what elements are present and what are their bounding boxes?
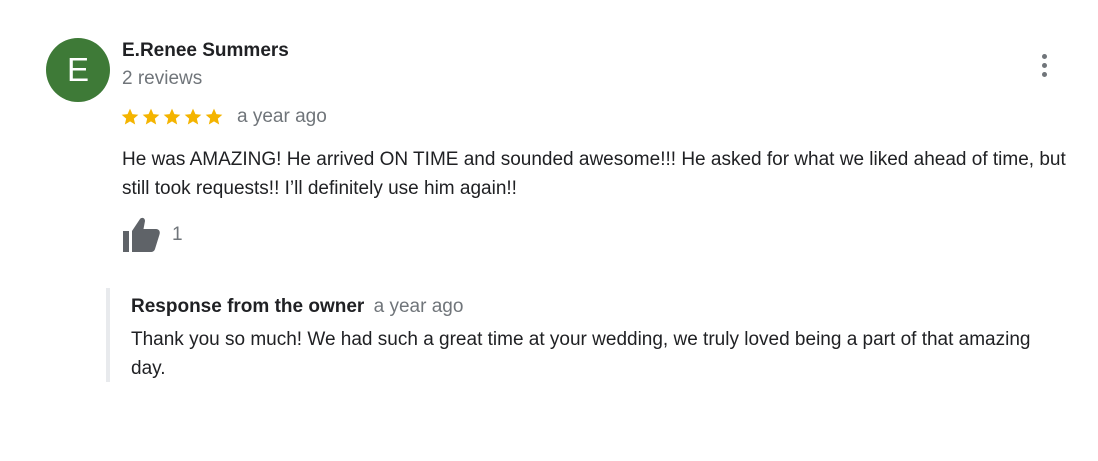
owner-response-title: Response from the owner [131,296,365,317]
owner-response-header: Response from the owner a year ago [131,296,463,318]
reviewer-avatar[interactable]: E [46,38,110,102]
reviewer-reviews-count: 2 reviews [122,68,203,89]
owner-response: Response from the owner a year ago Thank… [106,288,1070,382]
avatar-initial: E [66,51,89,88]
more-vert-icon [1041,53,1047,59]
owner-response-text: Thank you so much! We had such a great t… [131,329,1031,379]
thumbs-up-icon [123,217,160,252]
more-vert-icon-dot [1041,71,1047,77]
star-icon [205,108,223,125]
star-icon [163,108,181,125]
reviewer-name[interactable]: E.Renee Summers [122,40,289,62]
like-button[interactable]: 1 [120,216,183,254]
review-time: a year ago [237,106,327,127]
more-vert-icon-dot [1041,62,1047,68]
owner-response-time: a year ago [373,296,464,317]
star-icon [142,108,160,125]
review-text: He was AMAZING! He arrived ON TIME and s… [122,149,1066,199]
like-count: 1 [172,224,183,245]
rating-row: a year ago [120,104,327,130]
star-icon [121,108,139,125]
more-options-button[interactable] [1030,50,1058,80]
star-rating [120,107,224,127]
star-icon [184,108,202,125]
